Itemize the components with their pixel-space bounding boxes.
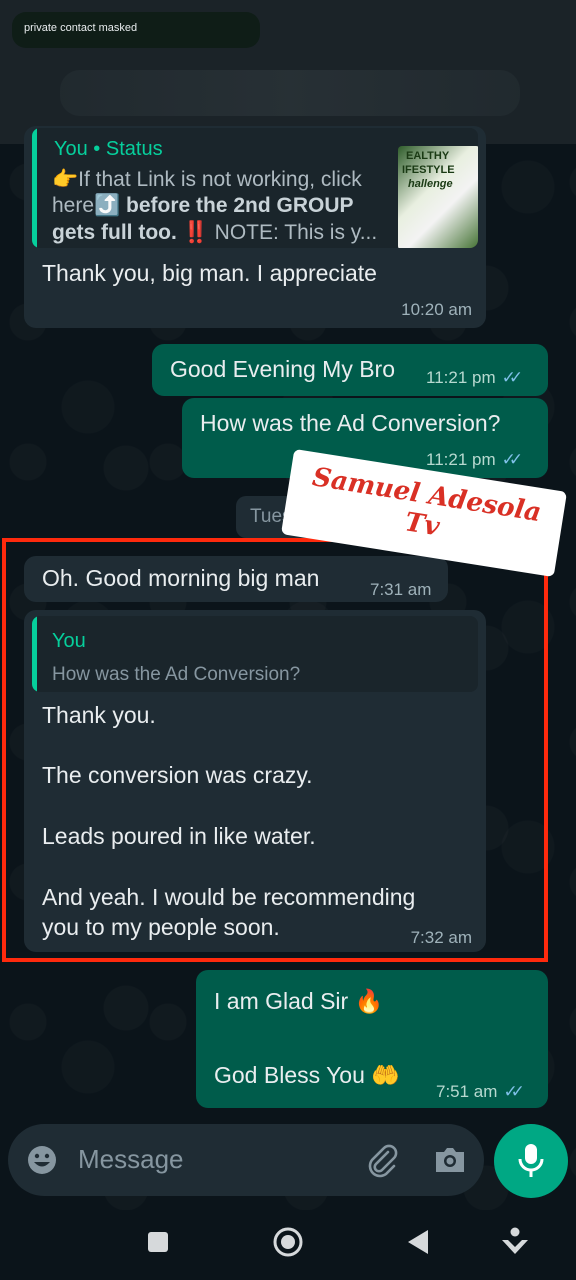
message-time: 7:32 am [410,928,472,947]
quoted-status[interactable]: You • Status 👉If that Link is not workin… [32,128,478,248]
masked-contact-label: private contact masked [12,12,260,48]
message-line: The conversion was crazy. [42,762,313,788]
message-time: 11:21 pm ✓✓ [426,450,523,469]
message-line: Leads poured in like water. [42,823,316,849]
quote-line-2: here⤴️ before the 2nd GROUP [52,194,354,217]
quote-line-1: 👉If that Link is not working, click [52,168,362,191]
message-time: 11:21 pm ✓✓ [426,368,523,387]
message-line: Thank you. [42,702,156,728]
attach-icon[interactable] [364,1142,400,1178]
back-icon[interactable] [406,1228,430,1256]
quoted-message[interactable]: You How was the Ad Conversion? [32,616,478,692]
assistant-icon[interactable] [500,1226,530,1258]
read-ticks-icon: ✓✓ [501,368,523,387]
message-outgoing[interactable]: Good Evening My Bro 11:21 pm ✓✓ [152,344,548,396]
camera-icon[interactable] [432,1144,468,1176]
message-time: 7:31 am [370,580,432,599]
message-incoming-reply[interactable]: You How was the Ad Conversion? Thank you… [24,610,486,952]
read-ticks-icon: ✓✓ [503,1082,524,1101]
chat-header: private contact masked [0,0,576,144]
message-text: Thank you, big man. I appreciate [42,260,377,286]
message-line: you to my people soon. [42,914,280,940]
message-time: 10:20 am [401,300,472,319]
emoji-icon[interactable] [26,1144,58,1176]
recent-apps-icon[interactable] [146,1230,170,1254]
message-line: God Bless You 🤲 [214,1062,400,1088]
message-text: How was the Ad Conversion? [200,410,501,436]
quote-author: You • Status [54,138,163,160]
message-composer[interactable]: Message [8,1124,484,1196]
mic-icon [518,1144,544,1177]
system-nav-bar [0,1210,576,1280]
quote-line-3: gets full too. ‼️ NOTE: This is y... [52,221,378,244]
home-icon[interactable] [272,1226,304,1258]
message-input[interactable]: Message [78,1144,184,1175]
quote-author: You [52,630,86,652]
message-line: And yeah. I would be recommending [42,884,416,910]
read-ticks-icon: ✓✓ [501,450,523,469]
mic-button[interactable] [494,1124,568,1198]
message-incoming[interactable]: Oh. Good morning big man 7:31 am [24,556,448,602]
message-outgoing[interactable]: I am Glad Sir 🔥 God Bless You 🤲 7:51 am ✓… [196,970,548,1108]
quote-text: How was the Ad Conversion? [52,664,301,685]
message-status-reply[interactable]: You • Status 👉If that Link is not workin… [24,126,486,328]
blurred-header-content [60,70,520,116]
message-time: 7:51 am ✓✓ [436,1082,525,1101]
message-text: Oh. Good morning big man [42,565,320,591]
message-line: I am Glad Sir 🔥 [214,988,384,1014]
message-text: Good Evening My Bro [170,356,396,382]
status-thumbnail: EALTHY IFESTYLE hallenge [398,146,478,248]
